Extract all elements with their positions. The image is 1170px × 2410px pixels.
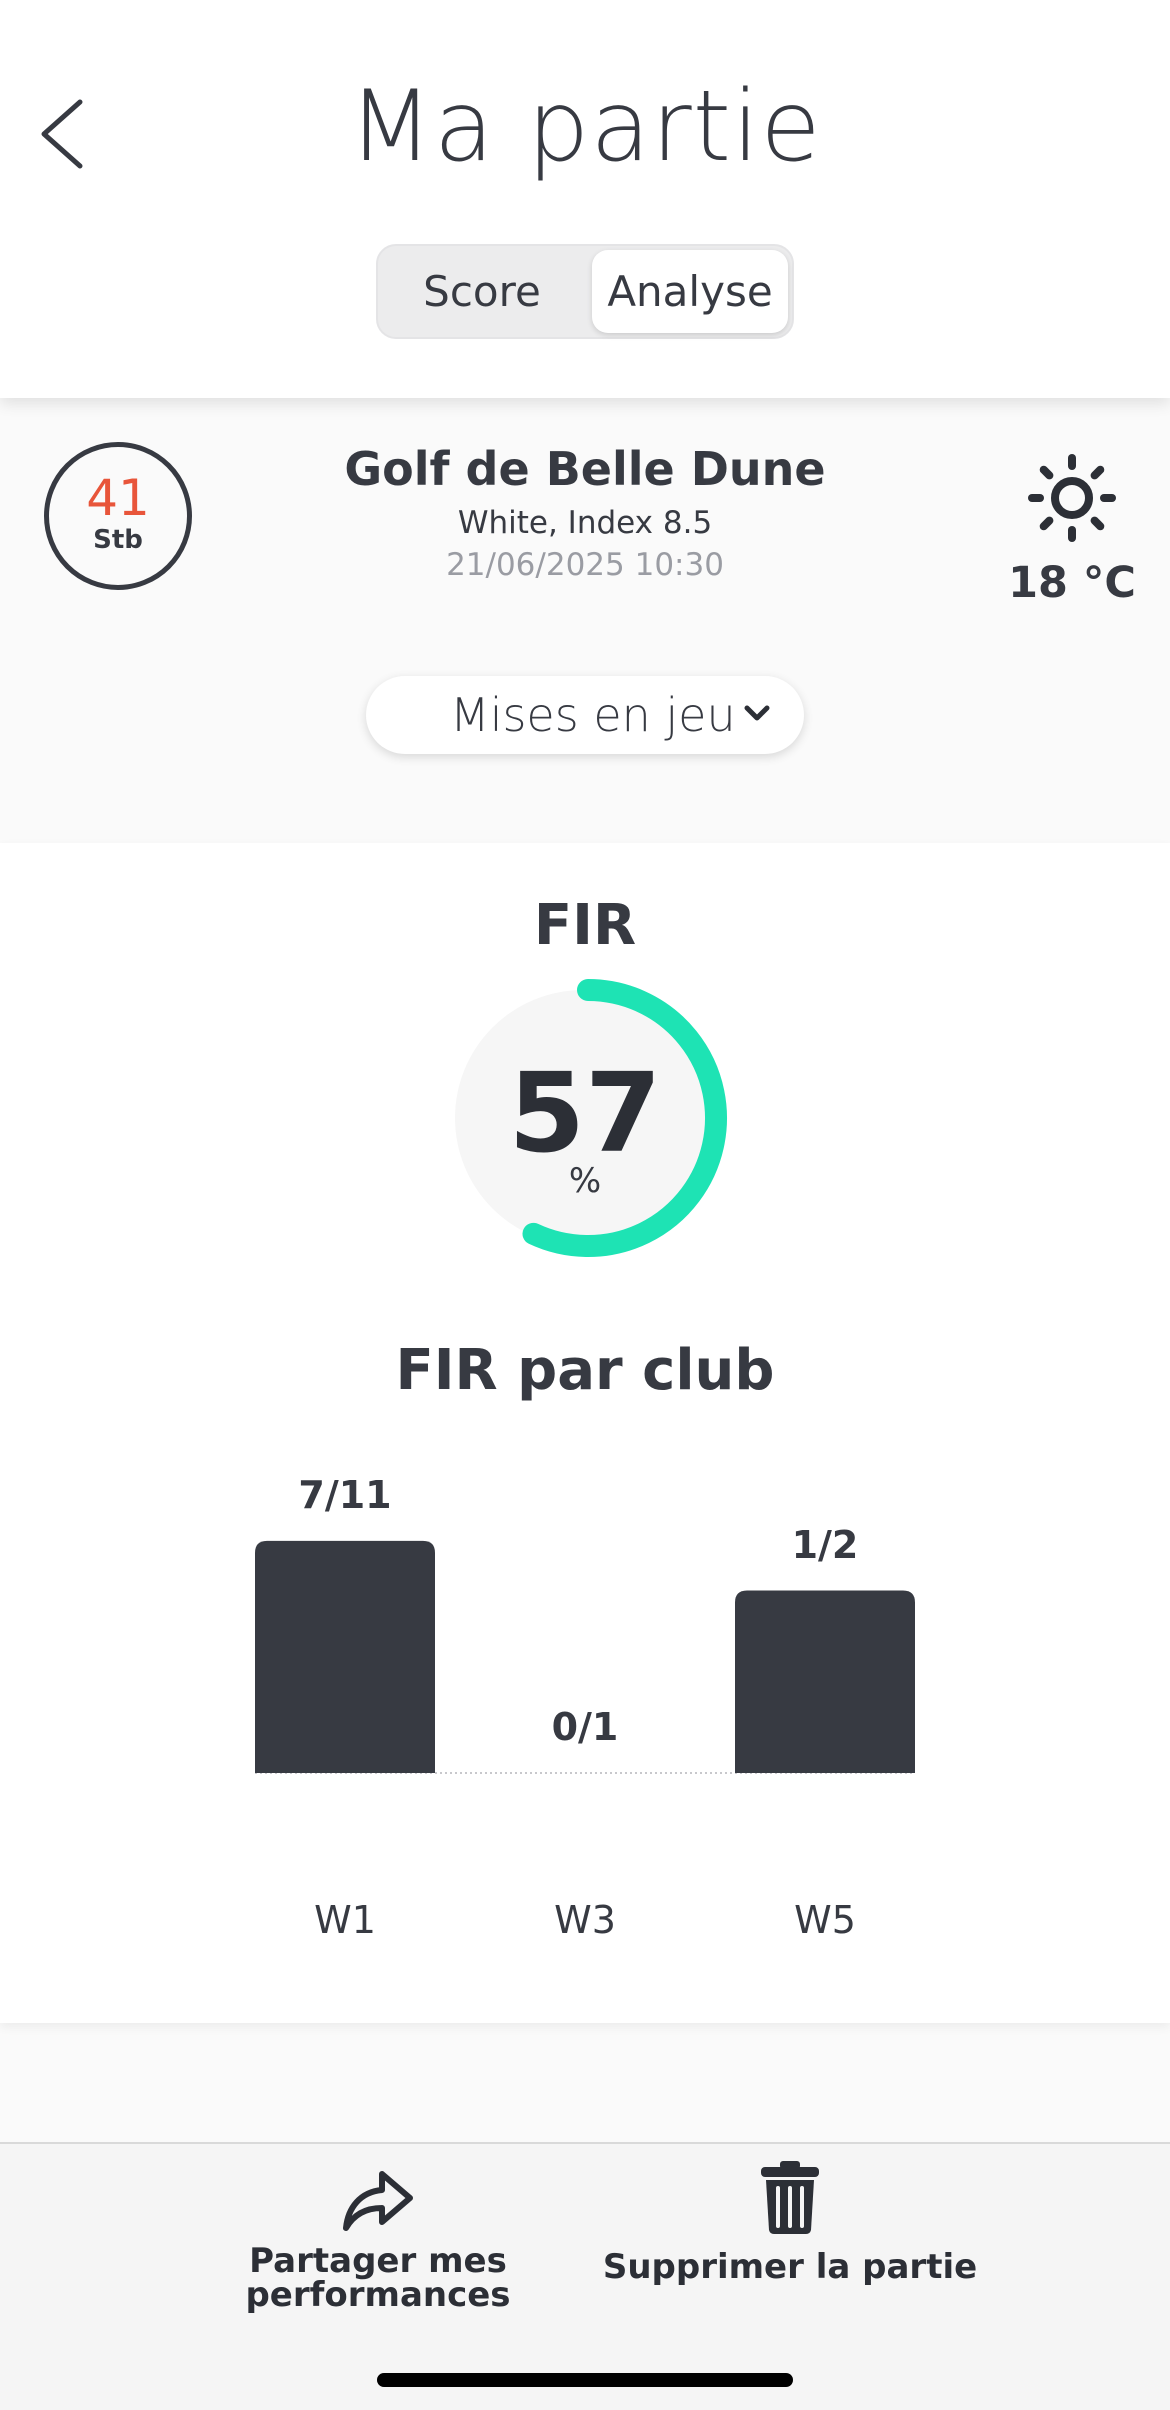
app-screen: Ma partie Score Analyse 41 Stb Golf de B… [0, 0, 1170, 2410]
bar-value-label-w5: 1/2 [791, 1522, 859, 1567]
bar-category-label-w1: W1 [314, 1898, 376, 1942]
temperature: 18 °C [1008, 558, 1136, 608]
bar-value-label-w1: 7/11 [298, 1472, 392, 1517]
fir-bar-chart [255, 1540, 915, 1774]
sun-icon [1028, 454, 1116, 542]
share-label-line2: performances [245, 2275, 511, 2315]
tab-analyse[interactable]: Analyse [592, 250, 788, 333]
course-name: Golf de Belle Dune [344, 442, 826, 496]
share-label-line1: Partager mes [249, 2241, 507, 2281]
header: Ma partie Score Analyse [0, 0, 1170, 398]
delete-round-button[interactable]: Supprimer la partie [600, 2158, 980, 2284]
bar-w5 [735, 1590, 915, 1773]
stat-category-dropdown[interactable]: Mises en jeu [366, 676, 804, 754]
dropdown-selected-label: Mises en jeu [450, 688, 736, 742]
chart-title: FIR par club [395, 1338, 775, 1403]
bar-category-label-w3: W3 [554, 1898, 616, 1942]
segmented-control: Score Analyse [376, 244, 794, 339]
share-icon [343, 2171, 413, 2231]
bar-category-label-w5: W5 [794, 1898, 856, 1942]
fir-percent-unit: % [568, 1161, 602, 1201]
trash-icon [761, 2161, 819, 2234]
share-performance-button[interactable]: Partager mes performances [230, 2166, 526, 2312]
analysis-card: FIR 57 % FIR par club 7/11 W1 0/1 W3 1/2 W5 [0, 843, 1170, 2023]
bar-value-label-w3: 0/1 [551, 1705, 619, 1749]
tab-score[interactable]: Score [382, 250, 582, 333]
tee-index: White, Index 8.5 [457, 505, 713, 541]
fir-title: FIR [533, 893, 637, 958]
delete-label: Supprimer la partie [602, 2247, 978, 2287]
fir-percent-value: 57 [508, 1049, 662, 1177]
home-indicator [377, 2373, 793, 2387]
bottom-action-bar: Partager mes performances Supprimer la p… [0, 2142, 1170, 2410]
page-title: Ma partie [348, 70, 822, 184]
bar-w1 [255, 1540, 435, 1773]
chevron-down-icon [744, 705, 770, 721]
